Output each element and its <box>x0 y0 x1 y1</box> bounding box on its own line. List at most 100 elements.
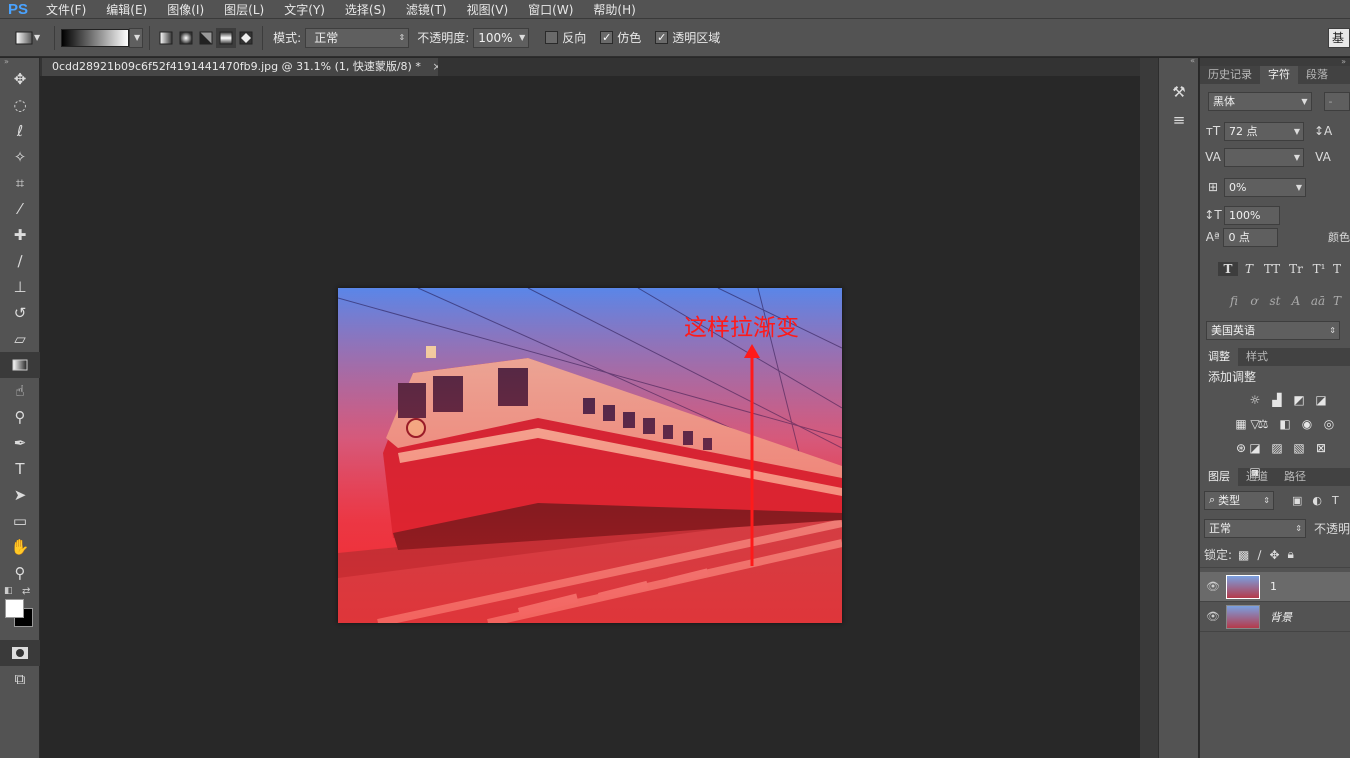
collapse-icon[interactable]: » <box>1200 58 1350 66</box>
menu-layer[interactable]: 图层(L) <box>214 1 274 18</box>
color-balance-icon[interactable]: ⚖ <box>1254 412 1272 431</box>
lasso-icon[interactable]: ℓ <box>0 118 40 144</box>
language-select[interactable]: 美国英语 ⇕ <box>1206 320 1340 340</box>
threshold-icon[interactable]: ▧ <box>1290 436 1308 455</box>
tab-history[interactable]: 历史记录 <box>1200 66 1260 84</box>
visibility-eye-icon[interactable]: 👁︎ <box>1200 610 1226 623</box>
black-white-icon[interactable]: ◧ <box>1276 412 1294 431</box>
channel-mixer-icon[interactable]: ◎ <box>1320 412 1338 431</box>
font-style-select[interactable]: - <box>1323 91 1350 111</box>
blend-mode-select[interactable]: 正常 ⇕ <box>1204 518 1306 538</box>
layer-row-background[interactable]: 👁︎ 背景 <box>1200 602 1350 632</box>
tab-adjustments[interactable]: 调整 <box>1200 348 1238 366</box>
old-style-button[interactable]: ơ <box>1244 294 1264 308</box>
canvas-area[interactable]: 这样拉渐变 <box>40 76 1140 758</box>
tab-character[interactable]: 字符 <box>1260 66 1298 84</box>
document-image[interactable]: 这样拉渐变 <box>338 288 842 623</box>
levels-icon[interactable]: ▟ <box>1268 388 1286 407</box>
gradient-picker-arrow[interactable]: ▼ <box>129 27 144 48</box>
smudge-icon[interactable]: ☝ <box>0 378 40 404</box>
visibility-eye-icon[interactable]: 👁︎ <box>1200 580 1226 593</box>
lock-all-icon[interactable]: 🔒︎ <box>1288 547 1294 562</box>
gradient-map-icon[interactable]: ⊠ <box>1312 436 1330 455</box>
subscript-button[interactable]: T <box>1330 262 1344 276</box>
tab-channels[interactable]: 通道 <box>1238 468 1276 486</box>
lock-transparent-icon[interactable]: ▩ <box>1238 548 1249 562</box>
brightness-icon[interactable]: ☼ <box>1246 388 1264 407</box>
swash-button[interactable]: A <box>1286 294 1306 308</box>
path-select-icon[interactable]: ➤ <box>0 482 40 508</box>
stamp-icon[interactable]: ⊥ <box>0 274 40 300</box>
invert-icon[interactable]: ◪ <box>1246 436 1264 455</box>
layer-name[interactable]: 1 <box>1270 580 1277 593</box>
menu-file[interactable]: 文件(F) <box>36 1 96 18</box>
radial-gradient-icon[interactable] <box>176 28 196 48</box>
brush-settings-icon[interactable]: ≡ <box>1159 106 1199 134</box>
menu-help[interactable]: 帮助(H) <box>583 1 645 18</box>
faux-italic-button[interactable]: T <box>1238 262 1260 276</box>
tsume-input[interactable]: 0% ▼ <box>1224 177 1306 197</box>
baseline-shift-input[interactable]: 0 点 <box>1223 227 1278 247</box>
hand-icon[interactable]: ✋ <box>0 534 40 560</box>
transparency-checkbox[interactable]: ✓ <box>655 31 669 44</box>
superscript-button[interactable]: T¹ <box>1308 262 1330 276</box>
linear-gradient-icon[interactable] <box>156 28 176 48</box>
tab-paths[interactable]: 路径 <box>1276 468 1314 486</box>
move-icon[interactable]: ✥ <box>0 66 40 92</box>
magic-wand-icon[interactable]: ✧ <box>0 144 40 170</box>
shape-icon[interactable]: ▭ <box>0 508 40 534</box>
screen-mode-icon[interactable]: ⧉ <box>0 666 40 692</box>
mode-select[interactable]: 正常 ⇕ <box>305 27 410 48</box>
angle-gradient-icon[interactable] <box>196 28 216 48</box>
hue-saturation-icon[interactable]: ▦ <box>1232 412 1250 431</box>
opacity-input[interactable]: 100% ▼ <box>473 27 530 48</box>
tab-layers[interactable]: 图层 <box>1200 468 1238 486</box>
diamond-gradient-icon[interactable] <box>236 28 256 48</box>
tool-presets-icon[interactable]: ⚒ <box>1159 78 1199 106</box>
vertical-scale-input[interactable]: 100% <box>1224 205 1280 225</box>
brush-icon[interactable]: ∕ <box>0 248 40 274</box>
ordinals-button[interactable]: T <box>1330 294 1344 308</box>
quick-mask-icon[interactable] <box>0 640 40 666</box>
lock-position-icon[interactable]: ✥ <box>1269 548 1279 562</box>
small-caps-button[interactable]: Tr <box>1284 262 1308 276</box>
zoom-icon[interactable]: ⚲ <box>0 560 40 586</box>
photo-filter-icon[interactable]: ◉ <box>1298 412 1316 431</box>
exposure-icon[interactable]: ◪ <box>1312 388 1330 407</box>
dither-checkbox[interactable]: ✓ <box>600 31 614 44</box>
menu-window[interactable]: 窗口(W) <box>518 1 583 18</box>
layer-name[interactable]: 背景 <box>1270 609 1292 625</box>
posterize-icon[interactable]: ▨ <box>1268 436 1286 455</box>
dodge-icon[interactable]: ⚲ <box>0 404 40 430</box>
menu-edit[interactable]: 编辑(E) <box>96 1 157 18</box>
default-colors-icon[interactable]: ◧ <box>4 586 13 596</box>
menu-image[interactable]: 图像(I) <box>157 1 214 18</box>
layer-row-1[interactable]: 👁︎ 1 <box>1200 572 1350 602</box>
all-caps-button[interactable]: TT <box>1260 262 1284 276</box>
marquee-icon[interactable]: ◌ <box>0 92 40 118</box>
preset-dropdown-icon[interactable]: ▼ <box>34 33 40 42</box>
font-family-select[interactable]: 黑体 ▼ <box>1208 91 1312 111</box>
menu-filter[interactable]: 滤镜(T) <box>396 1 457 18</box>
ligature-button[interactable]: fi <box>1224 294 1244 308</box>
vertical-scrollbar[interactable] <box>1140 58 1158 758</box>
foreground-color[interactable] <box>5 599 24 618</box>
type-icon[interactable]: T <box>0 456 40 482</box>
font-size-input[interactable]: 72 点 ▼ <box>1224 121 1304 141</box>
titling-button[interactable]: aā <box>1306 294 1330 308</box>
gradient-tool-preset-icon[interactable] <box>14 28 34 48</box>
reflected-gradient-icon[interactable] <box>216 27 237 48</box>
discretionary-button[interactable]: st <box>1264 294 1286 308</box>
image-filter-icon[interactable]: ▣ <box>1292 494 1302 507</box>
menu-type[interactable]: 文字(Y) <box>274 1 335 18</box>
eraser-icon[interactable]: ▱ <box>0 326 40 352</box>
type-filter-icon[interactable]: T <box>1332 494 1339 507</box>
document-tab[interactable]: 0cdd28921b09c6f52f4191441470fb9.jpg @ 31… <box>42 58 438 76</box>
menu-select[interactable]: 选择(S) <box>335 1 396 18</box>
menu-view[interactable]: 视图(V) <box>457 1 519 18</box>
crop-icon[interactable]: ⌗ <box>0 170 40 196</box>
curves-icon[interactable]: ◩ <box>1290 388 1308 407</box>
tab-styles[interactable]: 样式 <box>1238 348 1276 366</box>
eyedropper-icon[interactable]: ⁄ <box>0 196 40 222</box>
collapse-icon[interactable]: « <box>1159 57 1198 65</box>
